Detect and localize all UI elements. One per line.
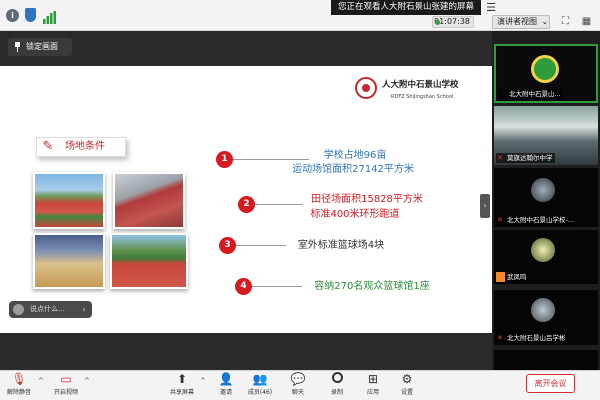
record-label[interactable]: 录制 (324, 388, 350, 397)
pencil-icon: ✎ (42, 139, 54, 154)
info-icon-glyph: i (11, 11, 14, 20)
microphone-off-icon[interactable]: 🎙 (11, 372, 27, 387)
signal-bars-icon[interactable] (43, 9, 56, 24)
chevron-up-icon[interactable]: ^ (200, 377, 206, 385)
panel-toggle-button[interactable]: › (480, 194, 490, 218)
pin-svg (15, 42, 20, 52)
members-label[interactable]: 成员(46) (244, 388, 276, 397)
participant-tile-4[interactable]: 武凤鸣 (494, 230, 598, 284)
chat-placeholder[interactable]: 说点什么... (30, 304, 75, 315)
shield-icon[interactable] (25, 8, 36, 22)
point-3-line-1: 室外标准篮球场4块 (297, 240, 385, 251)
avatar (531, 55, 559, 83)
apps-label[interactable]: 应用 (360, 388, 386, 397)
participant-name: 北大附石景山吕学彬 (496, 333, 568, 343)
timer-status-dot (435, 20, 440, 25)
photo-runners (110, 233, 188, 289)
record-icon[interactable] (329, 372, 345, 387)
unmute-label[interactable]: 解除静音 (2, 388, 36, 397)
invite-icon[interactable]: 👤 (218, 372, 234, 387)
avatar (531, 178, 555, 202)
sharing-banner: 您正在观看人大附石景山张建的屏幕 (331, 0, 481, 15)
share-screen-icon[interactable]: ⬆ (174, 372, 190, 387)
avatar (531, 298, 555, 322)
fullscreen-icon[interactable]: ⛶ (559, 15, 572, 28)
share-screen-label[interactable]: 共享屏幕 (165, 388, 199, 397)
user-icon (496, 272, 505, 282)
photo-outdoor-court (113, 172, 185, 229)
school-name-english: RDFZ Shijingshan School (391, 94, 454, 100)
avatar (531, 238, 555, 262)
participant-tile-2[interactable]: 莫旗达翰尔中学 ✕ (494, 106, 598, 165)
record-dot (331, 372, 343, 383)
school-logo (355, 77, 377, 99)
point-4-line-1: 容纳270名观众篮球馆1座 (314, 281, 430, 292)
point-connector-2 (255, 204, 303, 205)
settings-label[interactable]: 设置 (394, 388, 420, 397)
camera-off-icon[interactable]: ▭ (58, 372, 74, 387)
chevron-up-icon[interactable]: ^ (84, 377, 90, 385)
slide-heading: 场地条件 (65, 141, 105, 152)
gear-icon[interactable]: ⚙ (399, 372, 415, 387)
participant-tile-1[interactable]: 北大附中石景山... (494, 44, 598, 103)
point-1-line-2: 运动场馆面积27142平方米 (292, 164, 414, 175)
point-connector-4 (252, 286, 302, 287)
point-connector-1 (233, 159, 309, 160)
mic-muted-icon: ✕ (497, 154, 503, 162)
chevron-left-icon[interactable]: ‹ (79, 304, 89, 315)
mic-muted-icon: ✕ (497, 216, 503, 224)
view-mode-button[interactable]: 演讲者视图 ⌄ (492, 15, 550, 29)
chat-icon[interactable]: 💬 (290, 372, 306, 387)
participant-name: 北大附中石景山... (498, 89, 563, 99)
mic-muted-icon: ✕ (497, 334, 503, 342)
chevron-down-icon: ⌄ (541, 17, 549, 26)
signal-bars-svg (43, 11, 56, 24)
start-video-label[interactable]: 开启视频 (49, 388, 83, 397)
photo-track-field (33, 172, 105, 229)
apps-icon[interactable]: ⊞ (365, 372, 381, 387)
invite-label[interactable]: 邀请 (212, 388, 240, 397)
point-number-3: 3 (219, 237, 236, 254)
point-2-line-1: 田径场面积15828平方米 (311, 194, 423, 205)
point-2-line-2: 标准400米环形跑道 (310, 209, 400, 220)
view-mode-label: 演讲者视图 (497, 17, 537, 26)
chat-bubble-icon (13, 304, 24, 315)
participant-tile-5[interactable]: 北大附石景山吕学彬 ✕ (494, 290, 598, 345)
chat-label[interactable]: 聊天 (285, 388, 311, 397)
photo-indoor-gym (33, 233, 105, 289)
school-name: 人大附中石景山学校 (382, 80, 459, 90)
chevron-up-icon[interactable]: ^ (38, 377, 44, 385)
menu-icon[interactable]: ☰ (484, 1, 498, 14)
members-icon[interactable]: 👥 (252, 372, 268, 387)
participant-name: 北大附中石景山学校-... (496, 215, 577, 225)
info-icon[interactable]: i (6, 9, 19, 22)
point-1-line-1: 学校占地96亩 (323, 150, 387, 161)
participant-tile-6[interactable] (494, 350, 598, 370)
point-connector-3 (236, 245, 286, 246)
grid-layout-icon[interactable]: ▦ (580, 15, 593, 28)
pin-icon (14, 42, 21, 52)
leave-meeting-button[interactable]: 离开会议 (526, 374, 575, 393)
point-number-1: 1 (216, 151, 233, 168)
point-number-4: 4 (235, 278, 252, 295)
point-number-2: 2 (238, 196, 255, 213)
participant-tile-3[interactable]: 北大附中石景山学校-... ✕ (494, 168, 598, 227)
